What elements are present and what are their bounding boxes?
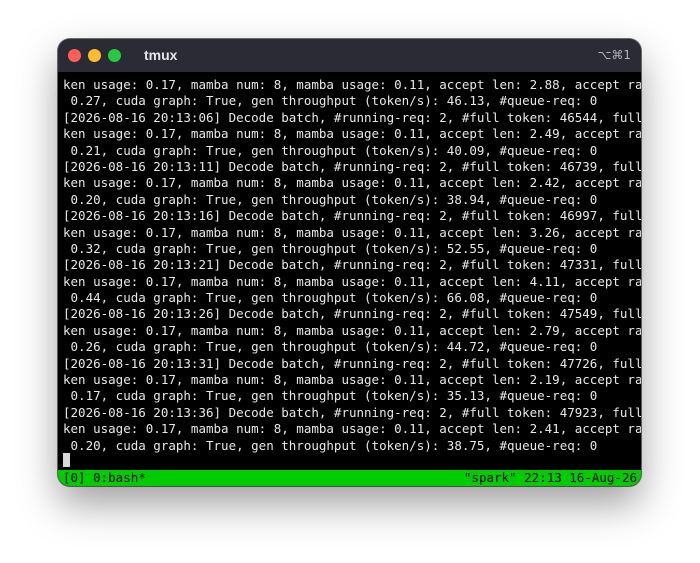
window-title: tmux	[144, 47, 178, 63]
minimize-button[interactable]	[88, 49, 101, 62]
log-line: [2026-08-16 20:13:06] Decode batch, #run…	[63, 109, 641, 125]
terminal-window: tmux ⌥⌘1 ken usage: 0.17, mamba num: 8, …	[58, 39, 641, 486]
log-line: [2026-08-16 20:13:26] Decode batch, #run…	[63, 306, 641, 322]
log-line: 0.27, cuda graph: True, gen throughput (…	[63, 93, 598, 109]
close-button[interactable]	[68, 49, 81, 62]
log-line: ken usage: 0.17, mamba num: 8, mamba usa…	[63, 77, 641, 92]
log-line: ken usage: 0.17, mamba num: 8, mamba usa…	[63, 372, 641, 388]
log-line: [2026-08-16 20:13:11] Decode batch, #run…	[63, 158, 641, 174]
log-line: 0.20, cuda graph: True, gen throughput (…	[63, 437, 598, 453]
log-line: 0.17, cuda graph: True, gen throughput (…	[63, 388, 598, 404]
log-lines: ken usage: 0.17, mamba num: 8, mamba usa…	[63, 77, 641, 454]
log-line: 0.32, cuda graph: True, gen throughput (…	[63, 240, 598, 256]
log-line: ken usage: 0.17, mamba num: 8, mamba usa…	[63, 273, 641, 289]
log-line: [2026-08-16 20:13:21] Decode batch, #run…	[63, 257, 641, 273]
tmux-status-right: "spark" 22:13 16-Aug-26	[463, 470, 637, 485]
log-line: [2026-08-16 20:13:16] Decode batch, #run…	[63, 208, 641, 224]
log-line: ken usage: 0.17, mamba num: 8, mamba usa…	[63, 175, 641, 191]
log-line: ken usage: 0.17, mamba num: 8, mamba usa…	[63, 126, 641, 142]
maximize-button[interactable]	[108, 49, 121, 62]
log-line: 0.44, cuda graph: True, gen throughput (…	[63, 290, 598, 306]
log-line: [2026-08-16 20:13:36] Decode batch, #run…	[63, 404, 641, 420]
title-bar[interactable]: tmux ⌥⌘1	[58, 39, 641, 72]
tmux-window-list[interactable]: [0] 0:bash*	[63, 470, 146, 486]
terminal-output[interactable]: ken usage: 0.17, mamba num: 8, mamba usa…	[58, 72, 641, 472]
text-cursor	[63, 453, 70, 467]
window-shortcut: ⌥⌘1	[597, 48, 631, 62]
log-line: 0.20, cuda graph: True, gen throughput (…	[63, 191, 598, 207]
tmux-status-bar: [0] 0:bash* "spark" 22:13 16-Aug-26	[58, 470, 641, 486]
log-line: ken usage: 0.17, mamba num: 8, mamba usa…	[63, 224, 641, 240]
log-line: ken usage: 0.17, mamba num: 8, mamba usa…	[63, 421, 641, 437]
log-line: [2026-08-16 20:13:31] Decode batch, #run…	[63, 355, 641, 371]
log-line: ken usage: 0.17, mamba num: 8, mamba usa…	[63, 322, 641, 338]
log-line: 0.21, cuda graph: True, gen throughput (…	[63, 142, 598, 158]
log-line: 0.26, cuda graph: True, gen throughput (…	[63, 339, 598, 355]
